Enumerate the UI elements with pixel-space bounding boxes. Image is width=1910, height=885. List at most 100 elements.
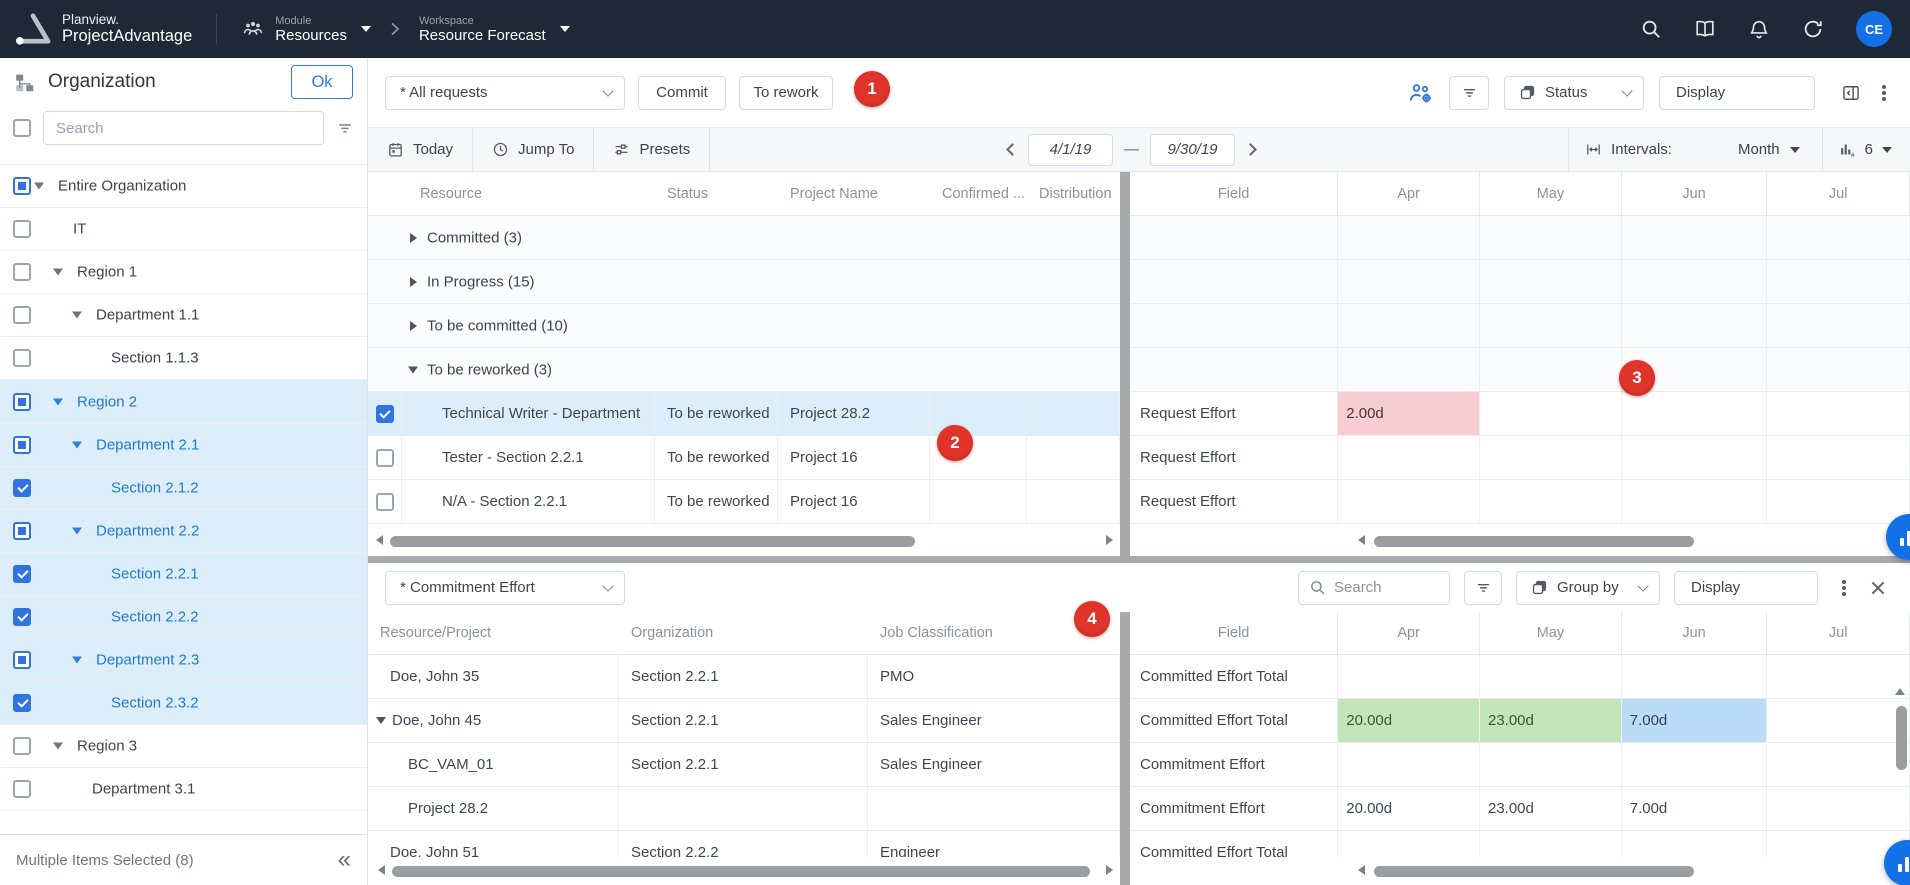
month-cell[interactable]: 23.00d xyxy=(1480,699,1622,742)
month-cell[interactable]: 20.00d xyxy=(1338,699,1480,742)
month-cell[interactable] xyxy=(1767,216,1910,259)
column-header-jul[interactable]: Jul xyxy=(1767,612,1910,654)
column-header-resource[interactable]: Resource xyxy=(402,172,655,215)
month-cell[interactable] xyxy=(1767,436,1910,479)
column-header-jun[interactable]: Jun xyxy=(1622,612,1768,654)
request-view-select[interactable]: * All requests xyxy=(385,76,625,110)
group-row-in-progress-15[interactable]: In Progress (15) xyxy=(368,260,1120,304)
scroll-up-icon[interactable] xyxy=(1895,688,1905,695)
month-cell[interactable] xyxy=(1622,260,1768,303)
group-by-dropdown[interactable]: Group by xyxy=(1516,571,1660,605)
month-cell[interactable] xyxy=(1767,260,1910,303)
resource-settings-icon[interactable] xyxy=(1408,81,1434,105)
month-cell[interactable] xyxy=(1767,304,1910,347)
hscrollbar-thumb[interactable] xyxy=(392,866,1090,877)
tree-checkbox[interactable] xyxy=(13,737,31,755)
vertical-splitter[interactable] xyxy=(1120,172,1130,556)
hscrollbar-thumb[interactable] xyxy=(1374,536,1694,547)
column-header-distribution[interactable]: Distribution xyxy=(1027,172,1120,215)
month-cell[interactable] xyxy=(1622,216,1768,259)
planview-logo[interactable]: Planview. ProjectAdvantage xyxy=(14,12,192,46)
commitment-row-doe-john-35[interactable]: Doe, John 35 Section 2.2.1 PMO xyxy=(368,655,1120,699)
month-cell[interactable] xyxy=(1338,216,1480,259)
month-cell[interactable] xyxy=(1622,743,1768,786)
month-cell[interactable]: 20.00d xyxy=(1338,787,1480,830)
month-cell[interactable]: 7.00d xyxy=(1622,787,1768,830)
display-button-bottom[interactable]: Display xyxy=(1674,571,1818,605)
panel-toggle-icon[interactable] xyxy=(1841,83,1861,103)
month-cell[interactable] xyxy=(1338,436,1480,479)
row-checkbox[interactable] xyxy=(376,493,394,511)
module-selector[interactable]: Module Resources xyxy=(241,15,371,44)
presets-button[interactable]: Presets xyxy=(594,128,710,171)
tree-checkbox[interactable] xyxy=(13,522,31,540)
column-header-jul[interactable]: Jul xyxy=(1767,172,1910,215)
help-book-icon[interactable] xyxy=(1694,18,1716,40)
org-search-input[interactable] xyxy=(43,111,324,145)
caret-down-icon[interactable] xyxy=(53,743,63,750)
today-button[interactable]: Today xyxy=(368,128,473,171)
column-header-may[interactable]: May xyxy=(1480,612,1622,654)
month-cell[interactable] xyxy=(1622,655,1768,698)
next-period-icon[interactable] xyxy=(1244,143,1257,156)
tree-checkbox[interactable] xyxy=(13,306,31,324)
column-header-confirmed[interactable]: Confirmed ... xyxy=(930,172,1027,215)
vscrollbar-thumb[interactable] xyxy=(1896,706,1907,770)
tree-checkbox[interactable] xyxy=(13,263,31,281)
month-cell[interactable] xyxy=(1338,480,1480,523)
month-cell[interactable] xyxy=(1338,743,1480,786)
tree-checkbox[interactable] xyxy=(13,177,31,195)
caret-down-icon[interactable] xyxy=(72,312,82,319)
tree-filter-icon[interactable] xyxy=(336,119,354,137)
month-cell[interactable]: 7.00d xyxy=(1622,699,1768,742)
tree-item-section-2-2-2[interactable]: Section 2.2.2 xyxy=(0,596,367,639)
tree-item-department-2-3[interactable]: Department 2.3 xyxy=(0,639,367,682)
caret-down-icon[interactable] xyxy=(53,398,63,405)
tree-checkbox[interactable] xyxy=(13,651,31,669)
column-header-field[interactable]: Field xyxy=(1130,172,1338,215)
caret-right-icon[interactable] xyxy=(410,277,417,287)
month-cell[interactable] xyxy=(1480,304,1622,347)
tree-checkbox[interactable] xyxy=(13,780,31,798)
month-cell[interactable] xyxy=(1338,304,1480,347)
month-cell[interactable] xyxy=(1622,436,1768,479)
month-cell[interactable] xyxy=(1767,480,1910,523)
month-cell[interactable] xyxy=(1622,480,1768,523)
column-header-organization[interactable]: Organization xyxy=(619,612,868,654)
search-icon[interactable] xyxy=(1640,18,1662,40)
scroll-right-icon[interactable] xyxy=(1106,535,1113,545)
tree-item-section-2-1-2[interactable]: Section 2.1.2 xyxy=(0,467,367,510)
scroll-left-icon[interactable] xyxy=(378,865,385,875)
month-cell[interactable] xyxy=(1480,260,1622,303)
group-row-to-be-reworked-3[interactable]: To be reworked (3) xyxy=(368,348,1120,392)
month-cell[interactable] xyxy=(1480,480,1622,523)
display-button-top[interactable]: Display xyxy=(1659,76,1815,110)
month-cell[interactable]: 2.00d xyxy=(1338,392,1480,435)
caret-down-icon[interactable] xyxy=(34,183,44,190)
tree-item-section-1-1-3[interactable]: Section 1.1.3 xyxy=(0,337,367,380)
request-row-technical-writer-department[interactable]: Technical Writer - Department To be rewo… xyxy=(368,392,1120,436)
tree-item-section-2-3-2[interactable]: Section 2.3.2 xyxy=(0,682,367,725)
caret-down-icon[interactable] xyxy=(72,441,82,448)
scroll-left-icon[interactable] xyxy=(1358,535,1365,545)
column-header-jun[interactable]: Jun xyxy=(1622,172,1768,215)
filter-button[interactable] xyxy=(1449,76,1489,110)
scroll-left-icon[interactable] xyxy=(376,535,383,545)
month-cell[interactable] xyxy=(1480,216,1622,259)
column-header-apr[interactable]: Apr xyxy=(1338,172,1480,215)
count-chevron-down-icon[interactable] xyxy=(1882,147,1892,153)
jump-to-button[interactable]: Jump To xyxy=(473,128,594,171)
tree-item-region-2[interactable]: Region 2 xyxy=(0,380,367,423)
caret-down-icon[interactable] xyxy=(72,657,82,664)
tree-checkbox[interactable] xyxy=(13,565,31,583)
tree-checkbox[interactable] xyxy=(13,220,31,238)
caret-right-icon[interactable] xyxy=(410,321,417,331)
column-header-field[interactable]: Field xyxy=(1130,612,1338,654)
tree-checkbox[interactable] xyxy=(13,608,31,626)
month-cell[interactable] xyxy=(1767,699,1910,742)
month-cell[interactable] xyxy=(1622,392,1768,435)
commitment-search[interactable] xyxy=(1298,571,1450,605)
interval-count[interactable]: 6 xyxy=(1865,141,1873,158)
date-to-input[interactable] xyxy=(1150,134,1235,166)
commitment-search-input[interactable] xyxy=(1334,579,1434,596)
